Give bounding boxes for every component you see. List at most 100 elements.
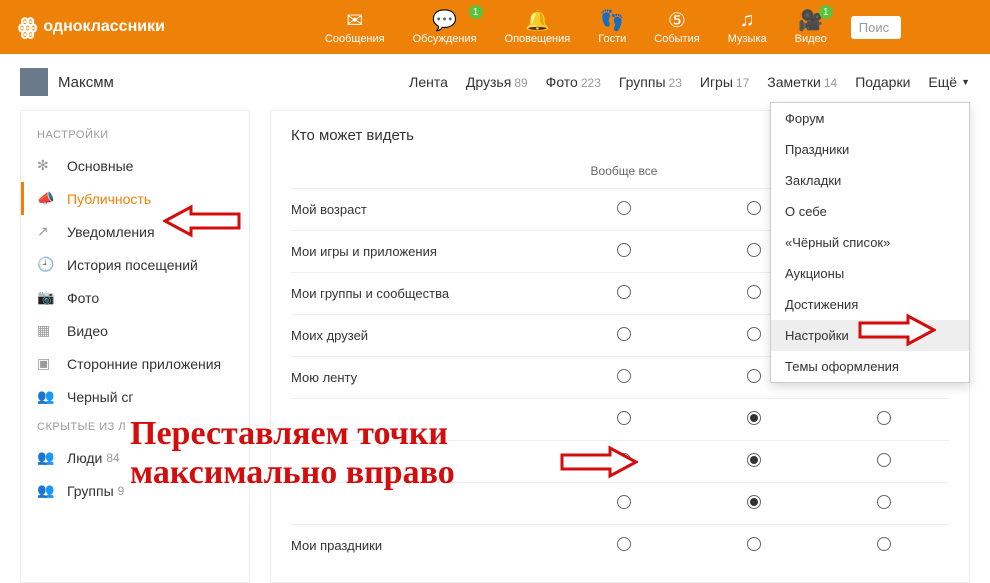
- sidebar-item-count: 9: [118, 484, 125, 498]
- top-toolbar: ꙮ одноклассники ✉ Сообщения 💬 1 Обсужден…: [0, 0, 990, 54]
- footprints-icon: 👣: [600, 9, 625, 31]
- privacy-radio[interactable]: [617, 201, 631, 215]
- video-badge: 1: [819, 5, 833, 19]
- user-name[interactable]: Максмм: [58, 74, 114, 91]
- sidebar-item[interactable]: 📷 Фото: [21, 281, 249, 314]
- privacy-radio[interactable]: [617, 243, 631, 257]
- brand-text: одноклассники: [43, 18, 165, 36]
- privacy-radio[interactable]: [617, 537, 631, 551]
- sidebar-item[interactable]: ▣ Сторонние приложения: [21, 347, 249, 380]
- sidebar-item-label: История посещений: [67, 257, 198, 273]
- chat-icon: 💬: [432, 9, 457, 31]
- sidebar-item-label: Видео: [67, 323, 108, 339]
- sidebar-heading-hidden: СКРЫТЫЕ ИЗ Л: [21, 413, 249, 441]
- nav-notifications[interactable]: 🔔 Оповещения: [505, 9, 571, 45]
- sidebar-item-icon: ↗: [37, 223, 57, 240]
- dropdown-item[interactable]: «Чёрный список»: [771, 227, 969, 258]
- privacy-radio[interactable]: [617, 285, 631, 299]
- tab-notes[interactable]: Заметки14: [767, 74, 837, 90]
- sidebar-item[interactable]: 👥 Люди 84: [21, 441, 249, 474]
- search-input[interactable]: Поис: [851, 16, 901, 39]
- dropdown-item[interactable]: Праздники: [771, 134, 969, 165]
- annotation-arrow-right-radio: [558, 444, 638, 480]
- privacy-radio[interactable]: [747, 327, 761, 341]
- sidebar-item-label: Люди: [67, 450, 102, 466]
- col-all: Вообще все: [559, 164, 689, 178]
- sidebar-item[interactable]: ▦ Видео: [21, 314, 249, 347]
- privacy-row-label: Моих друзей: [291, 328, 559, 343]
- tab-friends[interactable]: Друзья89: [466, 74, 528, 90]
- privacy-radio[interactable]: [877, 495, 891, 509]
- privacy-radio[interactable]: [747, 285, 761, 299]
- privacy-radio[interactable]: [617, 369, 631, 383]
- privacy-radio[interactable]: [747, 243, 761, 257]
- sidebar-item-label: Фото: [67, 290, 99, 306]
- sidebar-item-label: Сторонние приложения: [67, 356, 221, 372]
- ok-logo-icon: ꙮ: [18, 14, 37, 40]
- annotation-arrow-right-dropdown: [856, 312, 936, 348]
- privacy-row-label: Мои игры и приложения: [291, 244, 559, 259]
- privacy-radio[interactable]: [747, 201, 761, 215]
- top-nav: ✉ Сообщения 💬 1 Обсуждения 🔔 Оповещения …: [325, 9, 827, 45]
- sidebar-item-label: Черный сг: [67, 389, 134, 405]
- sidebar-item-icon: 👥: [37, 482, 57, 499]
- privacy-radio[interactable]: [617, 495, 631, 509]
- sidebar-item-icon: ▣: [37, 355, 57, 372]
- sidebar-item[interactable]: 👥 Группы 9: [21, 474, 249, 507]
- privacy-row: Мои праздники: [291, 524, 949, 566]
- annotation-arrow-left: [163, 203, 243, 239]
- settings-sidebar: НАСТРОЙКИ ✻Основные📣Публичность↗Уведомле…: [20, 110, 250, 583]
- privacy-row-label: Мою ленту: [291, 370, 559, 385]
- privacy-radio[interactable]: [877, 537, 891, 551]
- privacy-radio[interactable]: [877, 453, 891, 467]
- sidebar-item-icon: 📣: [37, 190, 57, 207]
- privacy-radio[interactable]: [747, 537, 761, 551]
- privacy-radio[interactable]: [747, 453, 761, 467]
- privacy-radio[interactable]: [877, 411, 891, 425]
- nav-discussions[interactable]: 💬 1 Обсуждения: [413, 9, 477, 45]
- sub-header: Максмм Лента Друзья89 Фото223 Группы23 И…: [0, 54, 990, 110]
- envelope-icon: ✉: [346, 9, 363, 31]
- events-icon: ⑤: [668, 9, 686, 31]
- nav-video[interactable]: 🎥 1 Видео: [795, 9, 827, 45]
- sidebar-item-count: 84: [106, 451, 119, 465]
- privacy-row-label: Мои группы и сообщества: [291, 286, 559, 301]
- dropdown-item[interactable]: Форум: [771, 103, 969, 134]
- sidebar-item[interactable]: ✻ Основные: [21, 149, 249, 182]
- tab-feed[interactable]: Лента: [409, 74, 448, 90]
- tab-games[interactable]: Игры17: [700, 74, 749, 90]
- dropdown-item[interactable]: Закладки: [771, 165, 969, 196]
- tab-photo[interactable]: Фото223: [546, 74, 601, 90]
- sidebar-item-label: Основные: [67, 158, 133, 174]
- nav-messages[interactable]: ✉ Сообщения: [325, 9, 385, 45]
- sidebar-item-label: Уведомления: [67, 224, 155, 240]
- privacy-radio[interactable]: [747, 411, 761, 425]
- tab-gifts[interactable]: Подарки: [855, 74, 910, 90]
- sidebar-item-label: Группы: [67, 483, 114, 499]
- sidebar-item-icon: ▦: [37, 322, 57, 339]
- privacy-radio[interactable]: [617, 327, 631, 341]
- site-logo[interactable]: ꙮ одноклассники: [18, 14, 165, 40]
- nav-music[interactable]: ♫ Музыка: [728, 9, 767, 45]
- dropdown-item[interactable]: О себе: [771, 196, 969, 227]
- sidebar-item-icon: ✻: [37, 157, 57, 174]
- dropdown-item[interactable]: Аукционы: [771, 258, 969, 289]
- privacy-radio[interactable]: [747, 495, 761, 509]
- music-icon: ♫: [740, 9, 755, 31]
- dropdown-item[interactable]: Темы оформления: [771, 351, 969, 382]
- chevron-down-icon: ▼: [961, 77, 970, 87]
- bell-icon: 🔔: [525, 9, 550, 31]
- tab-groups[interactable]: Группы23: [619, 74, 682, 90]
- nav-guests[interactable]: 👣 Гости: [598, 9, 626, 45]
- privacy-radio[interactable]: [747, 369, 761, 383]
- user-avatar[interactable]: [20, 68, 48, 96]
- profile-tabs: Лента Друзья89 Фото223 Группы23 Игры17 З…: [409, 74, 970, 90]
- privacy-radio[interactable]: [617, 411, 631, 425]
- sidebar-item[interactable]: 🕘История посещений: [21, 248, 249, 281]
- sidebar-item-icon: 👥: [37, 449, 57, 466]
- tab-more[interactable]: Ещё▼: [928, 74, 970, 90]
- nav-events[interactable]: ⑤ События: [654, 9, 699, 45]
- discussions-badge: 1: [469, 5, 483, 19]
- sidebar-item[interactable]: 👥Черный сг: [21, 380, 249, 413]
- sidebar-item-icon: 📷: [37, 289, 57, 306]
